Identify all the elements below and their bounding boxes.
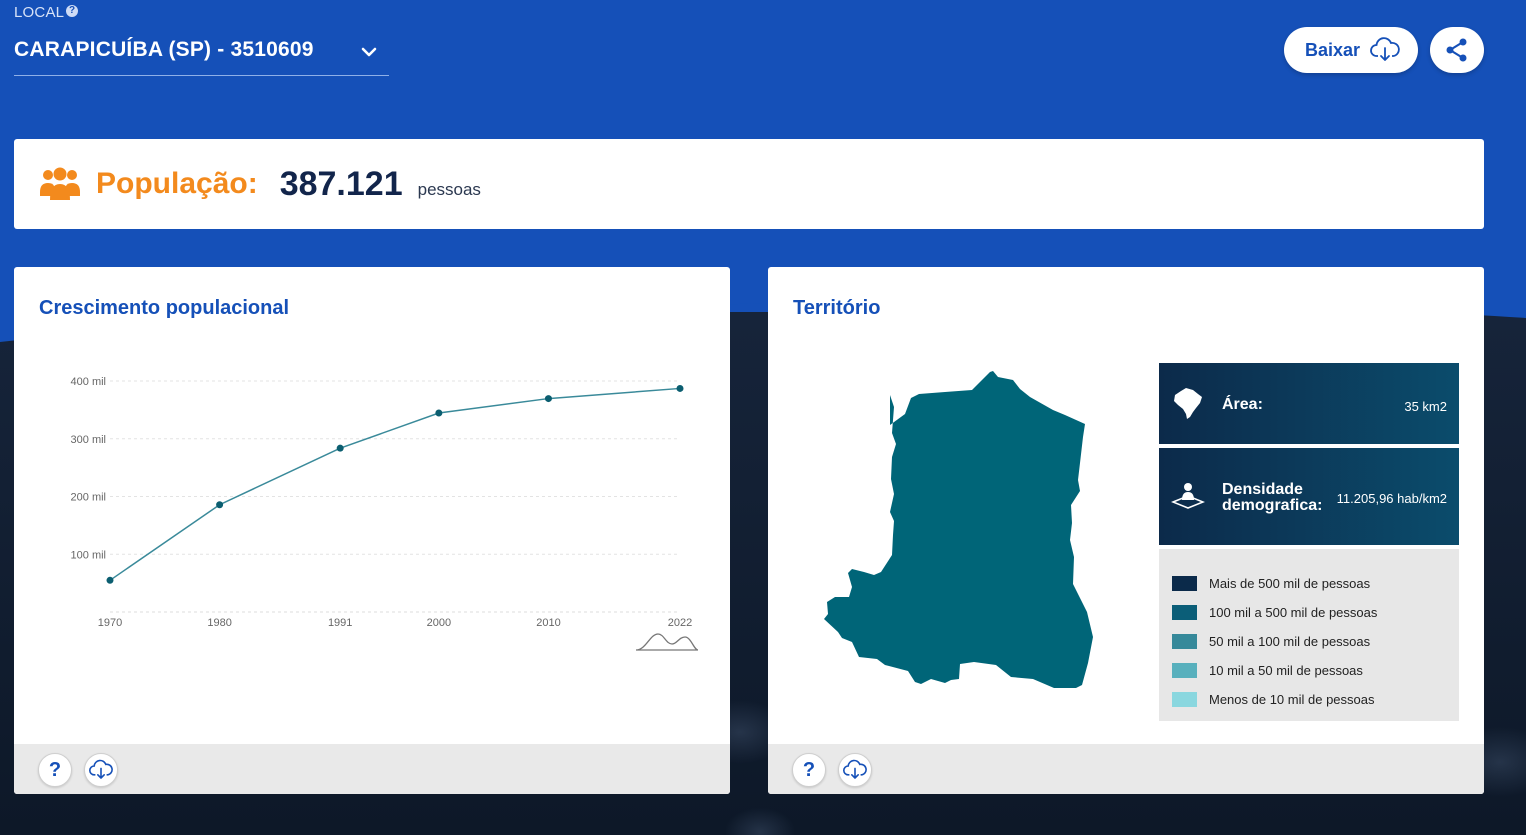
legend-label: Mais de 500 mil de pessoas — [1209, 576, 1371, 591]
cloud-download-icon — [843, 759, 867, 779]
chevron-down-icon[interactable] — [359, 42, 379, 62]
population-growth-chart: 100 mil 200 mil 300 mil 400 mil 1970 1980 1991… — [71, 376, 699, 651]
data-point — [435, 409, 443, 417]
y-tick-label: 400 mil — [71, 376, 106, 388]
legend-label: 100 mil a 500 mil de pessoas — [1209, 605, 1378, 620]
legend-label: Menos de 10 mil de pessoas — [1209, 692, 1375, 707]
density-label-line1: Densidade — [1222, 481, 1303, 498]
legend-swatch — [1172, 634, 1197, 649]
population-value: 387.121 — [279, 164, 403, 203]
legend-swatch — [1172, 605, 1197, 620]
download-button-label: Baixar — [1305, 39, 1361, 60]
area-info-box: Área: 35 km2 — [1159, 363, 1459, 444]
cloud-download-icon — [89, 759, 113, 779]
y-tick-label: 300 mil — [71, 434, 106, 446]
population-card: População: 387.121 pessoas — [14, 139, 1484, 229]
growth-help-button[interactable]: ? — [38, 753, 72, 787]
x-tick-label: 2022 — [668, 617, 692, 629]
x-tick-label: 2000 — [427, 617, 451, 629]
series-line — [109, 387, 681, 581]
y-tick-label: 100 mil — [71, 549, 106, 561]
person-density-icon — [1171, 483, 1205, 509]
x-tick-label: 2010 — [536, 617, 560, 629]
legend-item: Menos de 10 mil de pessoas — [1172, 685, 1459, 714]
population-unit: pessoas — [417, 180, 481, 199]
municipality-shape[interactable] — [824, 371, 1093, 688]
data-point — [676, 384, 684, 392]
population-legend: Mais de 500 mil de pessoas 100 mil a 500 … — [1159, 549, 1459, 721]
help-icon: ? — [802, 758, 816, 781]
x-tick-label: 1991 — [328, 617, 352, 629]
help-icon: ? — [48, 758, 62, 781]
territory-download-button[interactable] — [838, 753, 872, 787]
data-point — [216, 501, 224, 509]
share-icon — [1446, 38, 1467, 62]
x-tick-label: 1970 — [98, 617, 122, 629]
cloud-download-icon — [1370, 37, 1400, 61]
local-label: LOCAL? — [14, 4, 79, 21]
location-select[interactable]: CARAPICUÍBA (SP) - 3510609 — [14, 36, 389, 76]
legend-label: 10 mil a 50 mil de pessoas — [1209, 663, 1363, 678]
legend-item: 100 mil a 500 mil de pessoas — [1172, 598, 1459, 627]
x-tick-label: 1980 — [207, 617, 231, 629]
territory-card-footer: ? — [768, 744, 1484, 794]
population-growth-card: Crescimento populacional 100 mil 200 mil 3… — [14, 267, 730, 794]
help-icon[interactable]: ? — [66, 5, 79, 17]
download-button[interactable]: Baixar — [1284, 27, 1418, 73]
share-button[interactable] — [1430, 27, 1484, 73]
legend-swatch — [1172, 663, 1197, 678]
line-trend-icon — [635, 633, 699, 651]
data-point — [544, 395, 552, 403]
density-label-line2: demografica: — [1222, 497, 1323, 514]
legend-item: Mais de 500 mil de pessoas — [1172, 569, 1459, 598]
legend-label: 50 mil a 100 mil de pessoas — [1209, 634, 1371, 649]
legend-item: 50 mil a 100 mil de pessoas — [1172, 627, 1459, 656]
density-info-box: Densidade demografica: 11.205,96 hab/km2 — [1159, 448, 1459, 545]
territory-card: Território Área: 35 km2 Densidade demogr… — [768, 267, 1484, 794]
data-point — [106, 576, 114, 584]
brazil-map-icon — [1174, 388, 1202, 419]
location-value: CARAPICUÍBA (SP) - 3510609 — [14, 38, 314, 61]
growth-download-button[interactable] — [84, 753, 118, 787]
data-point — [336, 444, 344, 452]
territory-help-button[interactable]: ? — [792, 753, 826, 787]
municipality-map — [824, 371, 1093, 688]
y-tick-label: 200 mil — [71, 492, 106, 504]
growth-card-footer: ? — [14, 744, 730, 794]
legend-swatch — [1172, 692, 1197, 707]
people-icon — [40, 167, 80, 200]
legend-item: 10 mil a 50 mil de pessoas — [1172, 656, 1459, 685]
population-label: População: — [96, 167, 258, 200]
area-value: 35 km2 — [1404, 399, 1447, 414]
density-value: 11.205,96 hab/km2 — [1336, 491, 1447, 506]
area-label: Área: — [1222, 396, 1263, 413]
legend-swatch — [1172, 576, 1197, 591]
